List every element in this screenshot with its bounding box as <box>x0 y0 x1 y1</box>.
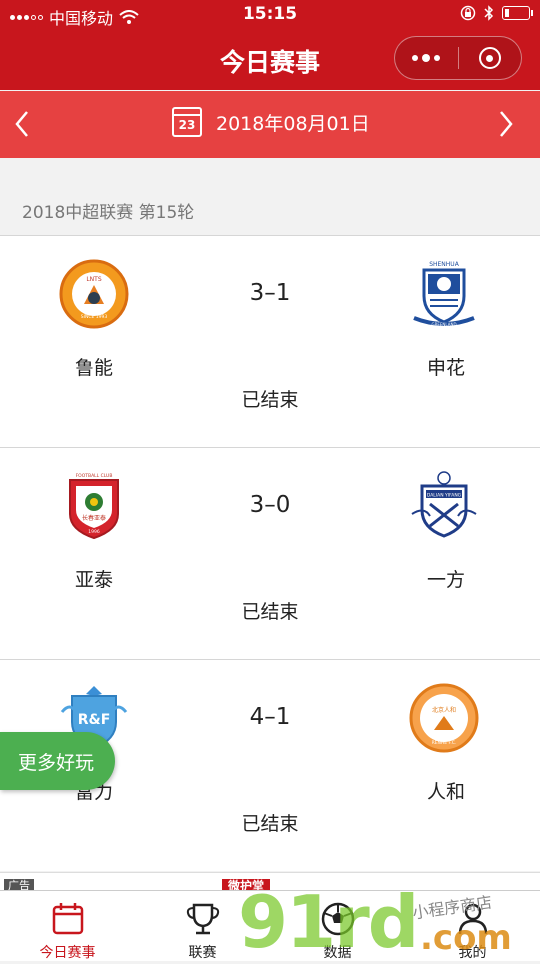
away-team-name: 一方 <box>426 569 465 591</box>
battery-icon <box>502 6 533 20</box>
home-team-name: 鲁能 <box>74 357 113 379</box>
calendar-icon: 23 <box>172 107 202 137</box>
status-bar: 中国移动 15:15 <box>0 0 540 30</box>
more-menu-button[interactable] <box>395 53 458 62</box>
calendar-icon <box>52 903 83 935</box>
svg-text:FOOTBALL CLUB: FOOTBALL CLUB <box>76 473 113 479</box>
rotation-lock-icon <box>460 5 476 21</box>
date-picker[interactable]: 23 2018年08月01日 <box>172 107 370 137</box>
next-day-button[interactable] <box>498 109 514 145</box>
bluetooth-icon <box>484 5 494 21</box>
chevron-left-icon <box>15 111 28 137</box>
nav-bar: 今日赛事 <box>0 30 540 90</box>
away-team-name: 申花 <box>426 357 465 379</box>
away-team-name: 人和 <box>426 781 465 803</box>
match-score: 3–1 <box>249 280 291 306</box>
watermark-domain: .com <box>420 918 512 958</box>
match-status: 已结束 <box>241 601 299 623</box>
svg-text:1996: 1996 <box>88 529 100 535</box>
home-team-name: 亚泰 <box>74 569 113 591</box>
match-score: 3–0 <box>249 492 291 518</box>
tab-label: 今日赛事 <box>39 945 96 961</box>
current-date: 2018年08月01日 <box>216 112 370 135</box>
match-status: 已结束 <box>241 813 299 835</box>
match-card[interactable]: LNTS SINCE 1993 SHENHUA GREENLAND 3–1 鲁能… <box>0 235 540 447</box>
more-fun-button[interactable]: 更多好玩 <box>0 732 115 790</box>
svg-text:GREENLAND: GREENLAND <box>431 322 456 327</box>
trophy-icon <box>186 903 219 935</box>
close-miniprogram-button[interactable] <box>459 47 522 69</box>
clock: 15:15 <box>242 4 298 24</box>
svg-text:SINCE 1993: SINCE 1993 <box>81 314 108 320</box>
svg-text:SHENHUA: SHENHUA <box>429 261 460 268</box>
tab-today-matches[interactable]: 今日赛事 <box>0 891 135 961</box>
date-selector: 23 2018年08月01日 <box>0 91 540 158</box>
watermark-logo: 91rd <box>238 880 419 964</box>
miniprogram-capsule <box>394 36 522 80</box>
match-score: 4–1 <box>249 704 291 730</box>
target-icon <box>478 47 501 69</box>
prev-day-button[interactable] <box>14 109 30 145</box>
svg-text:RENHE F.C.: RENHE F.C. <box>432 740 457 746</box>
match-card[interactable]: FOOTBALL CLUB 长春亚泰 1996 DALIAN YIFANG 3–… <box>0 447 540 659</box>
league-round-title: 2018中超联赛 第15轮 <box>22 203 195 223</box>
more-dots-icon <box>412 54 419 61</box>
match-status: 已结束 <box>241 389 299 411</box>
chevron-right-icon <box>500 111 513 137</box>
